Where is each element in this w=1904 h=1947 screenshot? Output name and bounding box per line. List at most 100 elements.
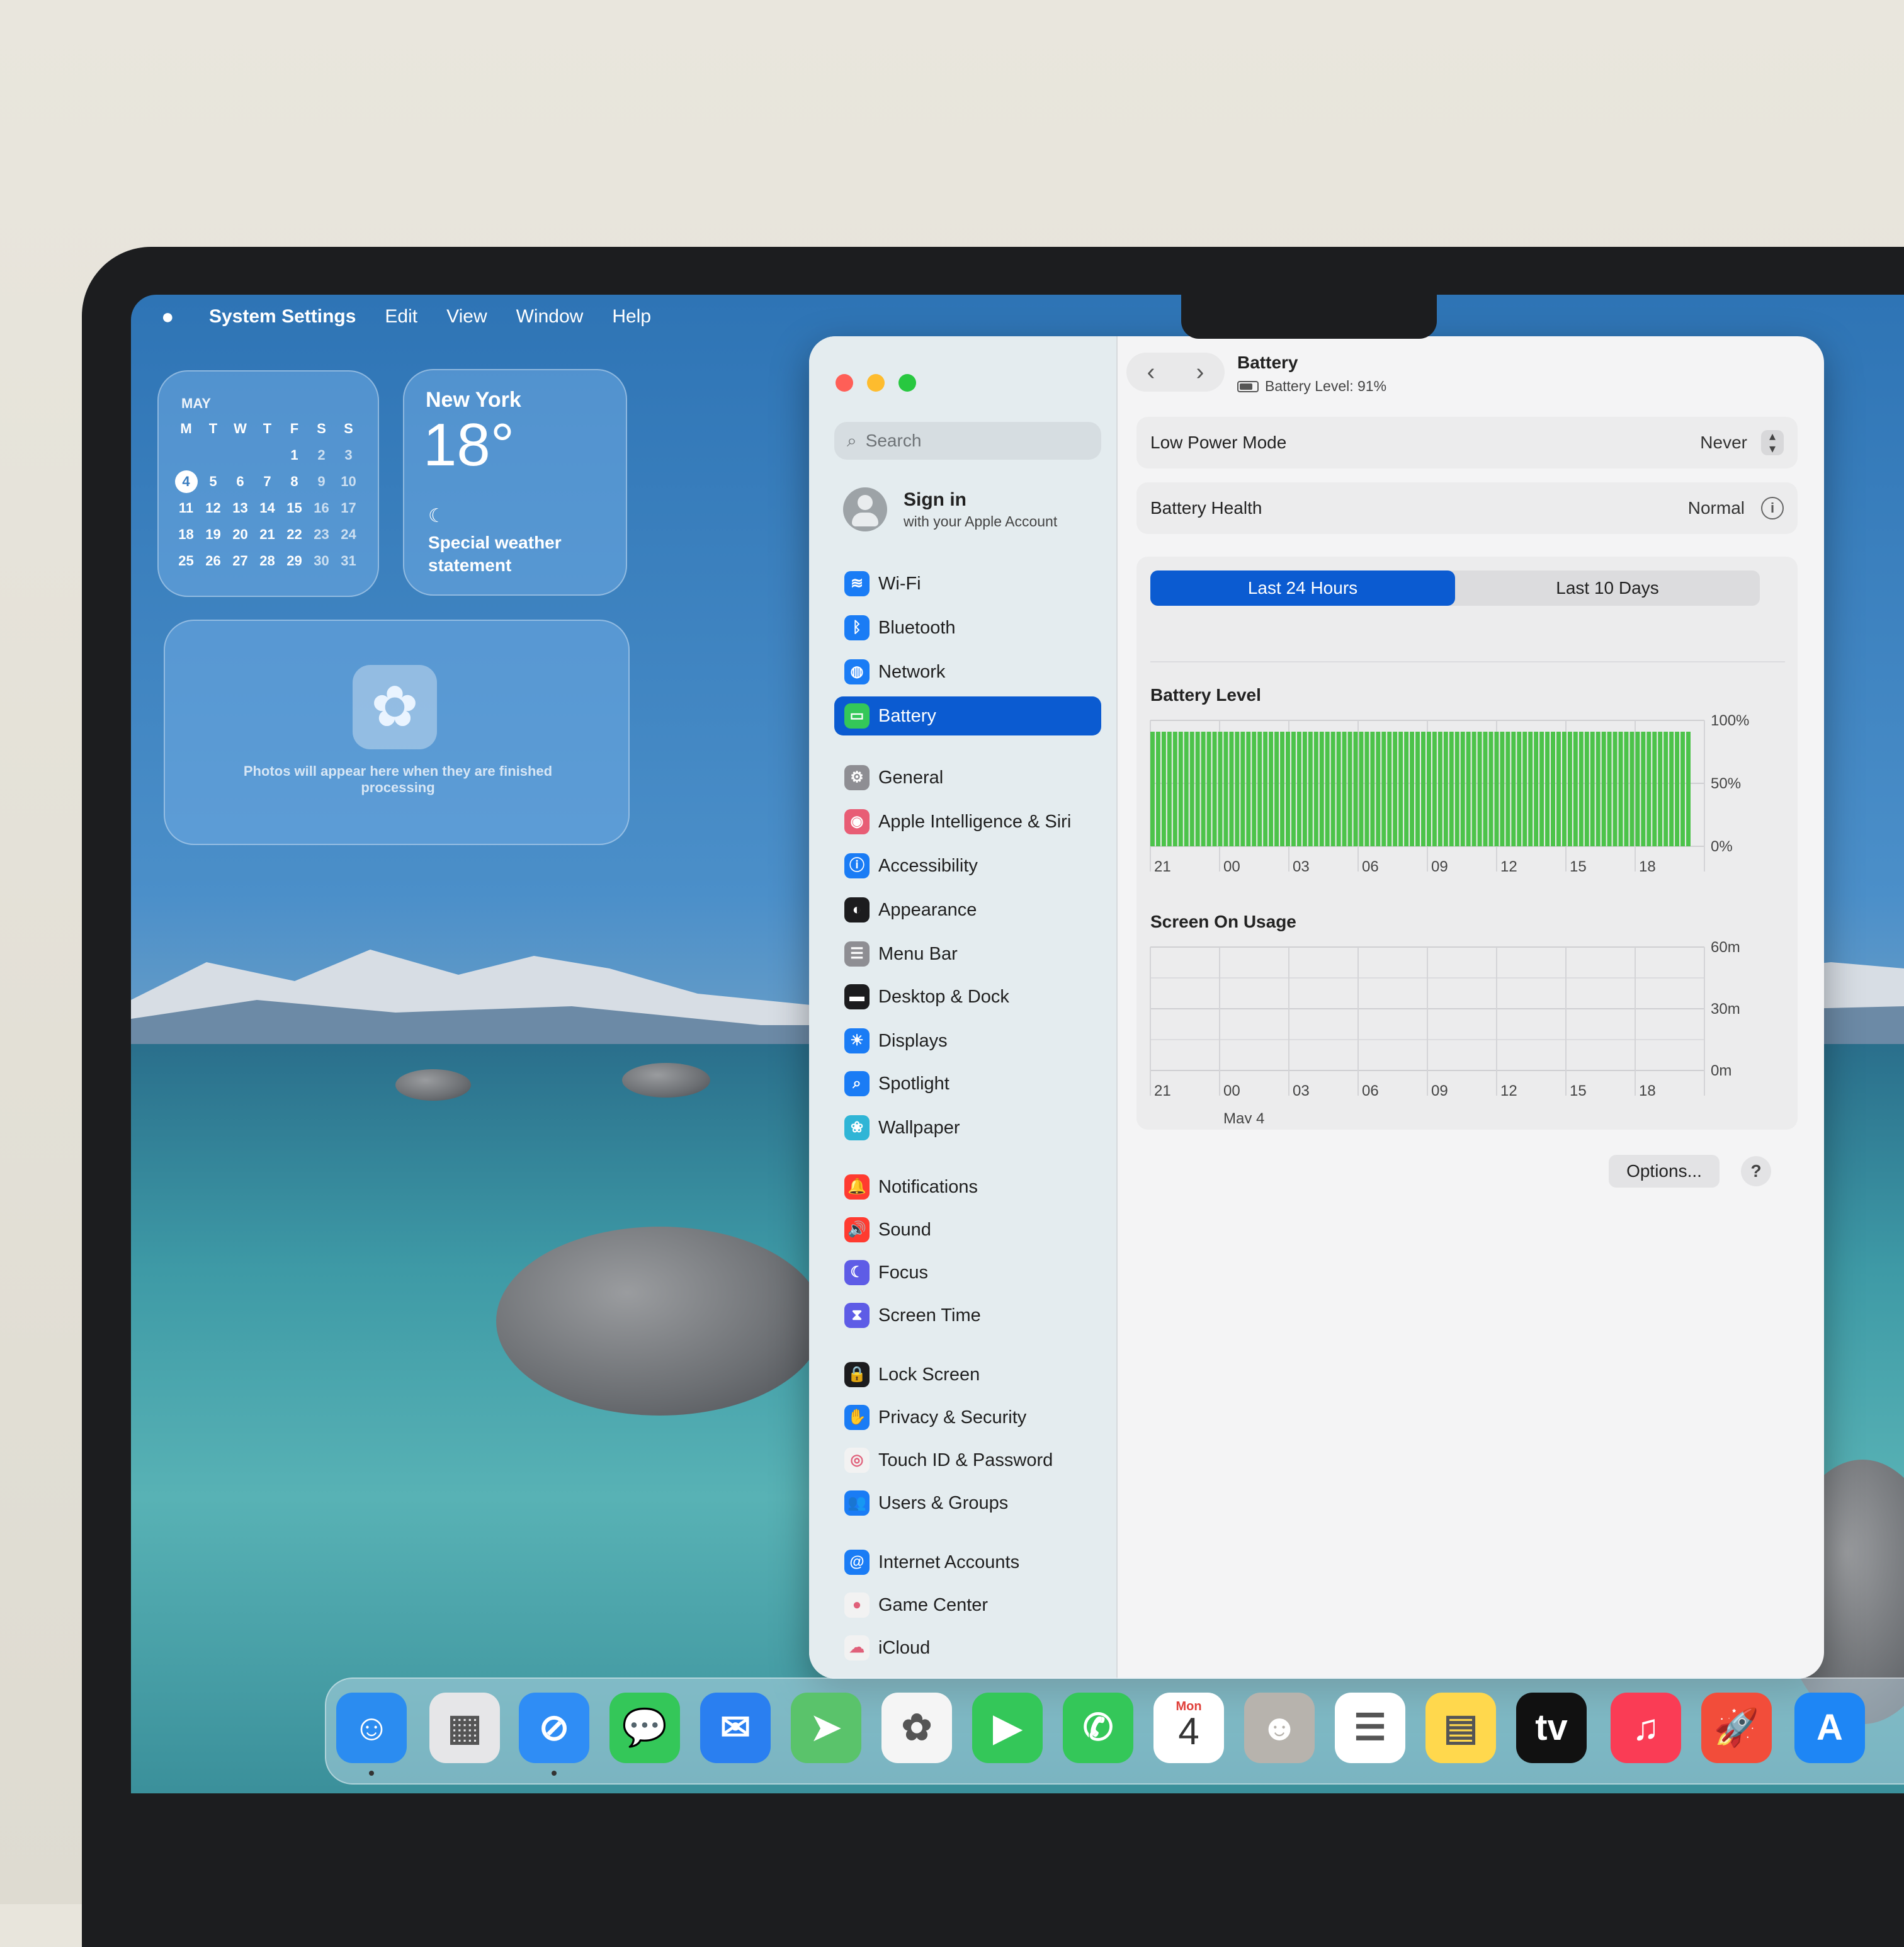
battery-level-bar: [1246, 732, 1251, 846]
battery-level-bar: [1466, 732, 1471, 846]
calendar-day: 26: [205, 553, 221, 569]
battery-level-bar: [1201, 732, 1206, 846]
low-power-mode-select[interactable]: Never ▴ ▾: [1700, 430, 1784, 455]
sidebar-item-game-center[interactable]: ● Game Center: [834, 1586, 1101, 1625]
photos-icon: ✿: [353, 665, 437, 749]
battery-level-bar: [1505, 732, 1510, 846]
notes-icon[interactable]: ▤: [1425, 1693, 1496, 1763]
sidebar-item-apple-intelligence-siri[interactable]: ◉ Apple Intelligence & Siri: [834, 802, 1101, 841]
battery-level-bar: [1302, 732, 1307, 846]
menu-edit[interactable]: Edit: [385, 306, 417, 327]
music-icon[interactable]: ♫: [1611, 1693, 1681, 1763]
menu-help[interactable]: Help: [612, 306, 651, 327]
sidebar-item-icloud[interactable]: ☁ iCloud: [834, 1628, 1101, 1667]
sidebar-item-sound[interactable]: 🔊 Sound: [834, 1210, 1101, 1249]
sidebar-item-wi-fi[interactable]: ≋ Wi-Fi: [834, 564, 1101, 603]
weekday: F: [290, 421, 299, 436]
x-tick-label: 15: [1570, 858, 1587, 875]
low-power-mode-value: Never: [1700, 433, 1747, 452]
sidebar-item-screen-time[interactable]: ⧗ Screen Time: [834, 1296, 1101, 1335]
contacts-icon[interactable]: ☻: [1244, 1693, 1315, 1763]
sidebar-item-battery[interactable]: ▭ Battery: [834, 696, 1101, 735]
finder-icon[interactable]: ☺: [336, 1693, 407, 1763]
sidebar-item-spotlight[interactable]: ⌕ Spotlight: [834, 1064, 1101, 1103]
calendar-day: 31: [341, 553, 356, 569]
close-button[interactable]: [836, 374, 853, 392]
battery-level-bar: [1404, 732, 1409, 846]
battery-level-bar: [1376, 732, 1381, 846]
menu-view[interactable]: View: [446, 306, 487, 327]
weekday: S: [317, 421, 326, 436]
lock-icon: 🔒: [844, 1362, 870, 1387]
battery-level-bar: [1155, 732, 1160, 846]
sidebar-item-touch-id-password[interactable]: ◎ Touch ID & Password: [834, 1441, 1101, 1480]
maps-icon[interactable]: ➤: [791, 1693, 861, 1763]
calendar-widget[interactable]: MAY M T W T F S S 1 2 3 4 5 6 7 8 9 10 11 12 13 14 15 1…: [157, 370, 379, 597]
forward-arrow-icon[interactable]: ›: [1196, 359, 1204, 386]
battery-level-bar: [1545, 732, 1550, 846]
sidebar-item-accessibility[interactable]: ⓘ Accessibility: [834, 846, 1101, 885]
rocket-icon[interactable]: 🚀: [1701, 1693, 1772, 1763]
back-arrow-icon[interactable]: ‹: [1147, 359, 1155, 386]
menu-app-name[interactable]: System Settings: [209, 306, 356, 327]
sidebar-item-users-groups[interactable]: 👥 Users & Groups: [834, 1484, 1101, 1523]
minimize-button[interactable]: [867, 374, 885, 392]
wallpaper-rock: [622, 1063, 710, 1098]
battery-level-bar: [1488, 732, 1493, 846]
search-input[interactable]: ⌕ Search: [834, 422, 1101, 460]
sidebar-item-wallpaper[interactable]: ❀ Wallpaper: [834, 1108, 1101, 1147]
tab-last-10-days[interactable]: Last 10 Days: [1455, 570, 1760, 606]
sidebar-item-notifications[interactable]: 🔔 Notifications: [834, 1167, 1101, 1206]
menubar-icon: ☰: [844, 941, 870, 967]
launchpad-icon[interactable]: ▦: [429, 1693, 500, 1763]
x-tick-label: 06: [1362, 1082, 1379, 1099]
calendar-icon[interactable]: Mon 4: [1153, 1693, 1224, 1763]
x-tick-label: 18: [1639, 858, 1656, 875]
weather-widget[interactable]: New York 18° ☾ Special weather statement: [403, 369, 627, 596]
info-icon[interactable]: i: [1761, 497, 1784, 519]
battery-level-bar: [1460, 732, 1465, 846]
sidebar-item-menu-bar[interactable]: ☰ Menu Bar: [834, 934, 1101, 973]
battery-level-bar: [1680, 732, 1686, 846]
battery-level-bar: [1381, 732, 1386, 846]
options-button[interactable]: Options...: [1609, 1155, 1720, 1188]
sidebar-item-internet-accounts[interactable]: @ Internet Accounts: [834, 1543, 1101, 1582]
photos-widget[interactable]: ✿ Photos will appear here when they are …: [164, 620, 630, 845]
sidebar-item-network[interactable]: ◍ Network: [834, 652, 1101, 691]
battery-level-bar: [1658, 732, 1663, 846]
sidebar-item-focus[interactable]: ☾ Focus: [834, 1253, 1101, 1292]
sidebar-item-general[interactable]: ⚙ General: [834, 758, 1101, 797]
appstore-icon[interactable]: A: [1794, 1693, 1865, 1763]
sidebar-item-appearance[interactable]: ◐ Appearance: [834, 890, 1101, 929]
menu-window[interactable]: Window: [516, 306, 584, 327]
battery-level-bar: [1573, 732, 1578, 846]
sign-in-account[interactable]: Sign in with your Apple Account: [843, 487, 1057, 531]
battery-level-bar: [1257, 732, 1262, 846]
sidebar-item-lock-screen[interactable]: 🔒 Lock Screen: [834, 1355, 1101, 1394]
zoom-button[interactable]: [898, 374, 916, 392]
tab-last-24-hours[interactable]: Last 24 Hours: [1150, 570, 1455, 606]
help-button[interactable]: ?: [1741, 1156, 1771, 1186]
battery-level-bar: [1313, 732, 1318, 846]
weekday: W: [234, 421, 247, 436]
battery-level-bar: [1528, 732, 1533, 846]
calendar-day: [254, 442, 281, 468]
battery-level-bar: [1567, 732, 1572, 846]
sidebar-item-desktop-dock[interactable]: ▬ Desktop & Dock: [834, 977, 1101, 1016]
reminders-icon[interactable]: ☰: [1335, 1693, 1405, 1763]
photos-icon[interactable]: ✿: [881, 1693, 952, 1763]
messages-icon[interactable]: 💬: [609, 1693, 680, 1763]
calendar-day: 6: [236, 474, 244, 489]
sidebar-item-privacy-security[interactable]: ✋ Privacy & Security: [834, 1398, 1101, 1437]
safari-icon[interactable]: ⊘: [519, 1693, 589, 1763]
sidebar-item-label: Desktop & Dock: [878, 986, 1009, 1007]
globe-icon: ◍: [844, 659, 870, 684]
facetime-icon[interactable]: ▶: [972, 1693, 1043, 1763]
sidebar-item-bluetooth[interactable]: ᛒ Bluetooth: [834, 608, 1101, 647]
phone-icon[interactable]: ✆: [1063, 1693, 1133, 1763]
appletv-icon[interactable]: tv: [1516, 1693, 1587, 1763]
apple-menu-icon[interactable]: ●: [161, 305, 186, 329]
sidebar-item-displays[interactable]: ☀ Displays: [834, 1021, 1101, 1060]
battery-level-bar: [1195, 732, 1200, 846]
mail-icon[interactable]: ✉: [700, 1693, 771, 1763]
